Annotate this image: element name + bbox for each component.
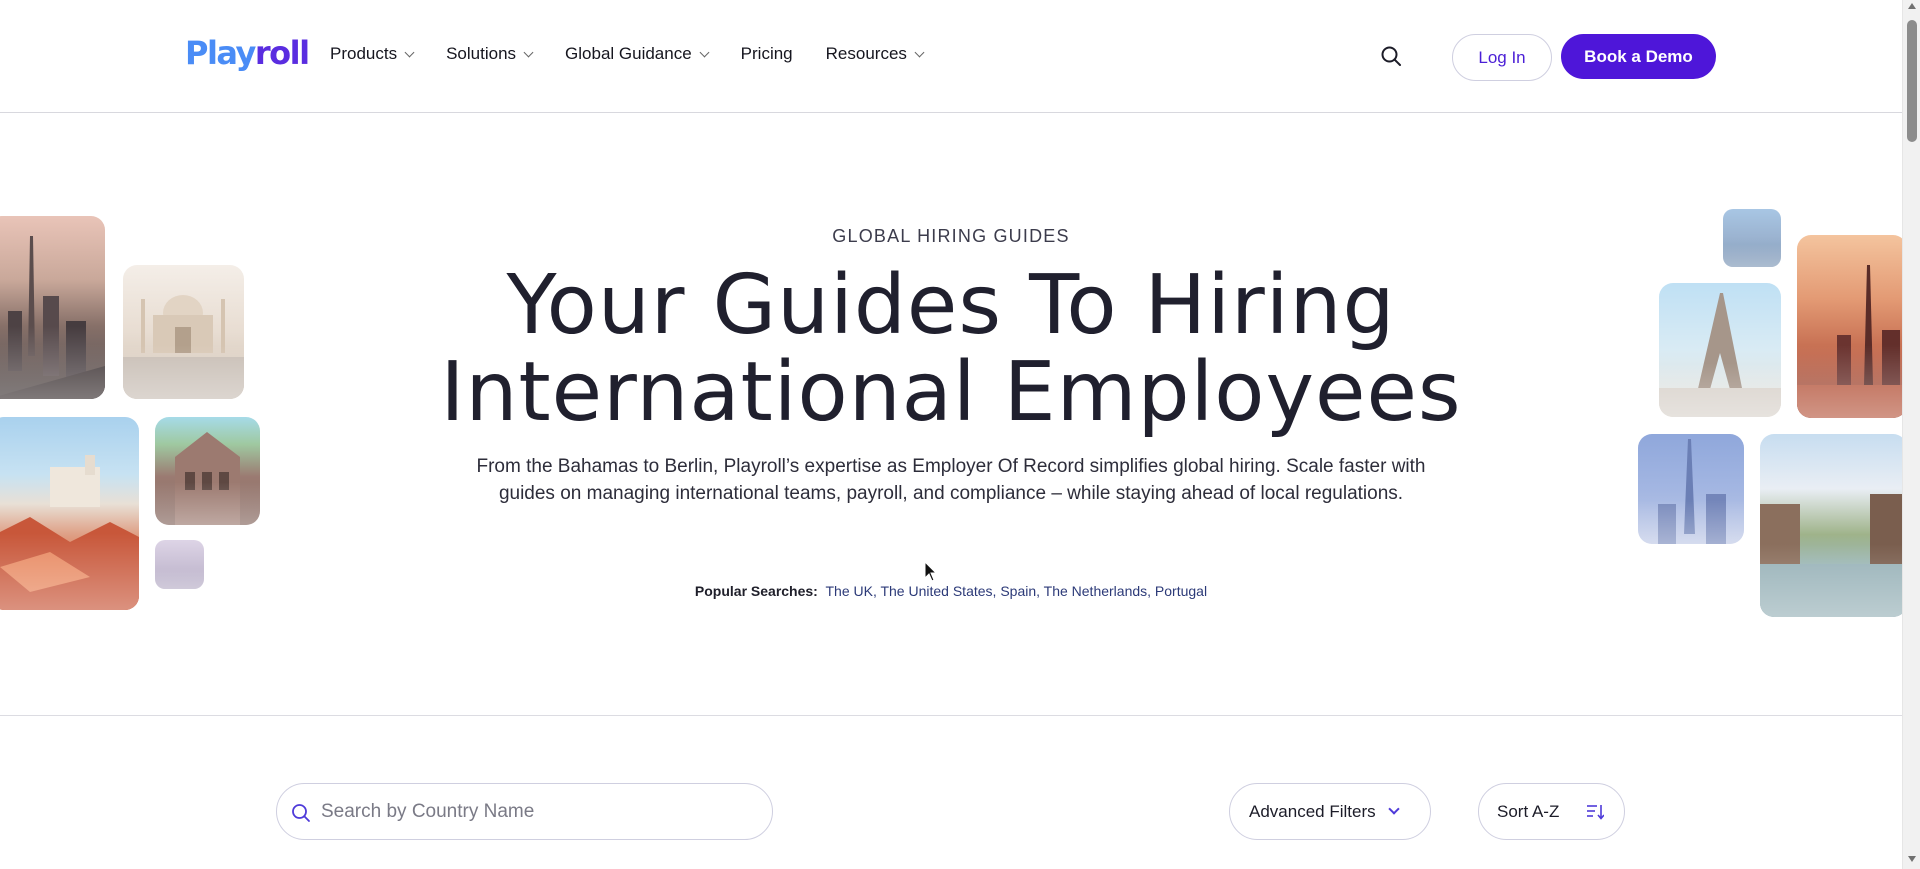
- tower-graphic: [1658, 439, 1726, 544]
- chevron-down-icon: [699, 47, 710, 57]
- advanced-filters-label: Advanced Filters: [1249, 801, 1376, 821]
- hero-subtitle: From the Bahamas to Berlin, Playroll’s e…: [476, 456, 1426, 504]
- page: Playroll Products Solutions Global Guida…: [0, 0, 1920, 869]
- logo-text-roll: roll: [254, 34, 310, 72]
- sort-descending-icon: [1587, 805, 1604, 820]
- chevron-down-icon: [1387, 803, 1400, 815]
- nav-item-resources[interactable]: Resources: [825, 44, 925, 64]
- hero-title: Your Guides To Hiring International Empl…: [0, 262, 1902, 436]
- nav-label: Solutions: [446, 44, 517, 63]
- photo-lisbon-rooftops: [0, 417, 139, 610]
- nav-item-pricing[interactable]: Pricing: [741, 44, 793, 64]
- scrollbar-thumb[interactable]: [1907, 20, 1917, 142]
- popular-searches-links[interactable]: The UK, The United States, Spain, The Ne…: [825, 583, 1207, 599]
- hero-title-line-2: International Employees: [440, 345, 1462, 440]
- site-header: Playroll Products Solutions Global Guida…: [0, 0, 1902, 113]
- nav-label: Global Guidance: [565, 44, 692, 63]
- search-icon: [292, 804, 310, 822]
- playroll-logo[interactable]: Playroll: [185, 34, 310, 72]
- section-divider: [0, 715, 1902, 716]
- nav-label: Pricing: [740, 44, 793, 63]
- logo-text-play: Play: [185, 34, 256, 72]
- main-nav: Products Solutions Global Guidance Prici…: [330, 44, 956, 64]
- sort-label: Sort A-Z: [1497, 801, 1560, 821]
- chevron-down-icon: [914, 47, 925, 57]
- chevron-down-icon: [404, 47, 415, 57]
- header-search-button[interactable]: [1379, 44, 1403, 68]
- hero-title-line-1: Your Guides To Hiring: [506, 258, 1396, 353]
- hero-eyebrow: GLOBAL HIRING GUIDES: [832, 226, 1070, 246]
- nav-label: Resources: [825, 44, 907, 63]
- popular-searches-label: Popular Searches:: [694, 583, 818, 599]
- nav-item-global-guidance[interactable]: Global Guidance: [565, 44, 710, 64]
- page-scrollbar[interactable]: [1902, 0, 1920, 869]
- chevron-down-icon: [523, 47, 534, 57]
- country-search-field[interactable]: [276, 783, 773, 840]
- popular-searches: Popular Searches: The UK, The United Sta…: [0, 583, 1902, 599]
- advanced-filters-button[interactable]: Advanced Filters: [1229, 783, 1431, 840]
- sort-button[interactable]: Sort A-Z: [1478, 783, 1625, 840]
- scroll-up-arrow-icon[interactable]: [1908, 3, 1916, 9]
- photo-city-tower: [1638, 434, 1744, 544]
- mouse-cursor-icon: [924, 561, 938, 582]
- rooftops-graphic: [0, 455, 139, 610]
- photo-small-tower: [155, 540, 204, 589]
- country-search-input[interactable]: [321, 798, 741, 826]
- nav-label: Products: [330, 44, 398, 63]
- book-demo-button[interactable]: Book a Demo: [1561, 34, 1716, 79]
- nav-item-products[interactable]: Products: [330, 44, 415, 64]
- nav-item-solutions[interactable]: Solutions: [446, 44, 534, 64]
- scroll-down-arrow-icon[interactable]: [1908, 856, 1916, 862]
- login-button[interactable]: Log In: [1452, 34, 1552, 81]
- search-icon: [1381, 46, 1401, 66]
